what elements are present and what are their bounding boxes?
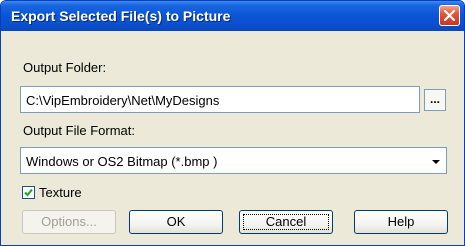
output-format-select[interactable]: Windows or OS2 Bitmap (*.bmp )	[20, 147, 447, 174]
cancel-button[interactable]: Cancel	[239, 210, 333, 234]
texture-label[interactable]: Texture	[39, 185, 82, 200]
browse-button[interactable]: ...	[424, 89, 446, 111]
output-folder-value: C:\VipEmbroidery\Net\MyDesigns	[26, 93, 220, 108]
export-dialog: Export Selected File(s) to Picture Outpu…	[0, 0, 465, 246]
checkmark-icon	[24, 188, 33, 197]
ok-button[interactable]: OK	[129, 210, 223, 234]
title-bar[interactable]: Export Selected File(s) to Picture	[1, 1, 464, 31]
options-button[interactable]: Options...	[22, 210, 116, 234]
dialog-title: Export Selected File(s) to Picture	[11, 8, 231, 24]
texture-checkbox[interactable]	[22, 186, 35, 199]
output-format-label: Output File Format:	[23, 123, 135, 138]
chevron-down-icon[interactable]	[432, 160, 440, 164]
close-icon	[444, 10, 455, 21]
output-folder-label: Output Folder:	[23, 60, 107, 75]
help-button[interactable]: Help	[354, 210, 448, 234]
output-folder-input[interactable]: C:\VipEmbroidery\Net\MyDesigns	[20, 86, 420, 113]
output-format-value: Windows or OS2 Bitmap (*.bmp )	[26, 154, 218, 169]
focus-indicator	[243, 214, 329, 230]
close-button[interactable]	[439, 5, 460, 26]
